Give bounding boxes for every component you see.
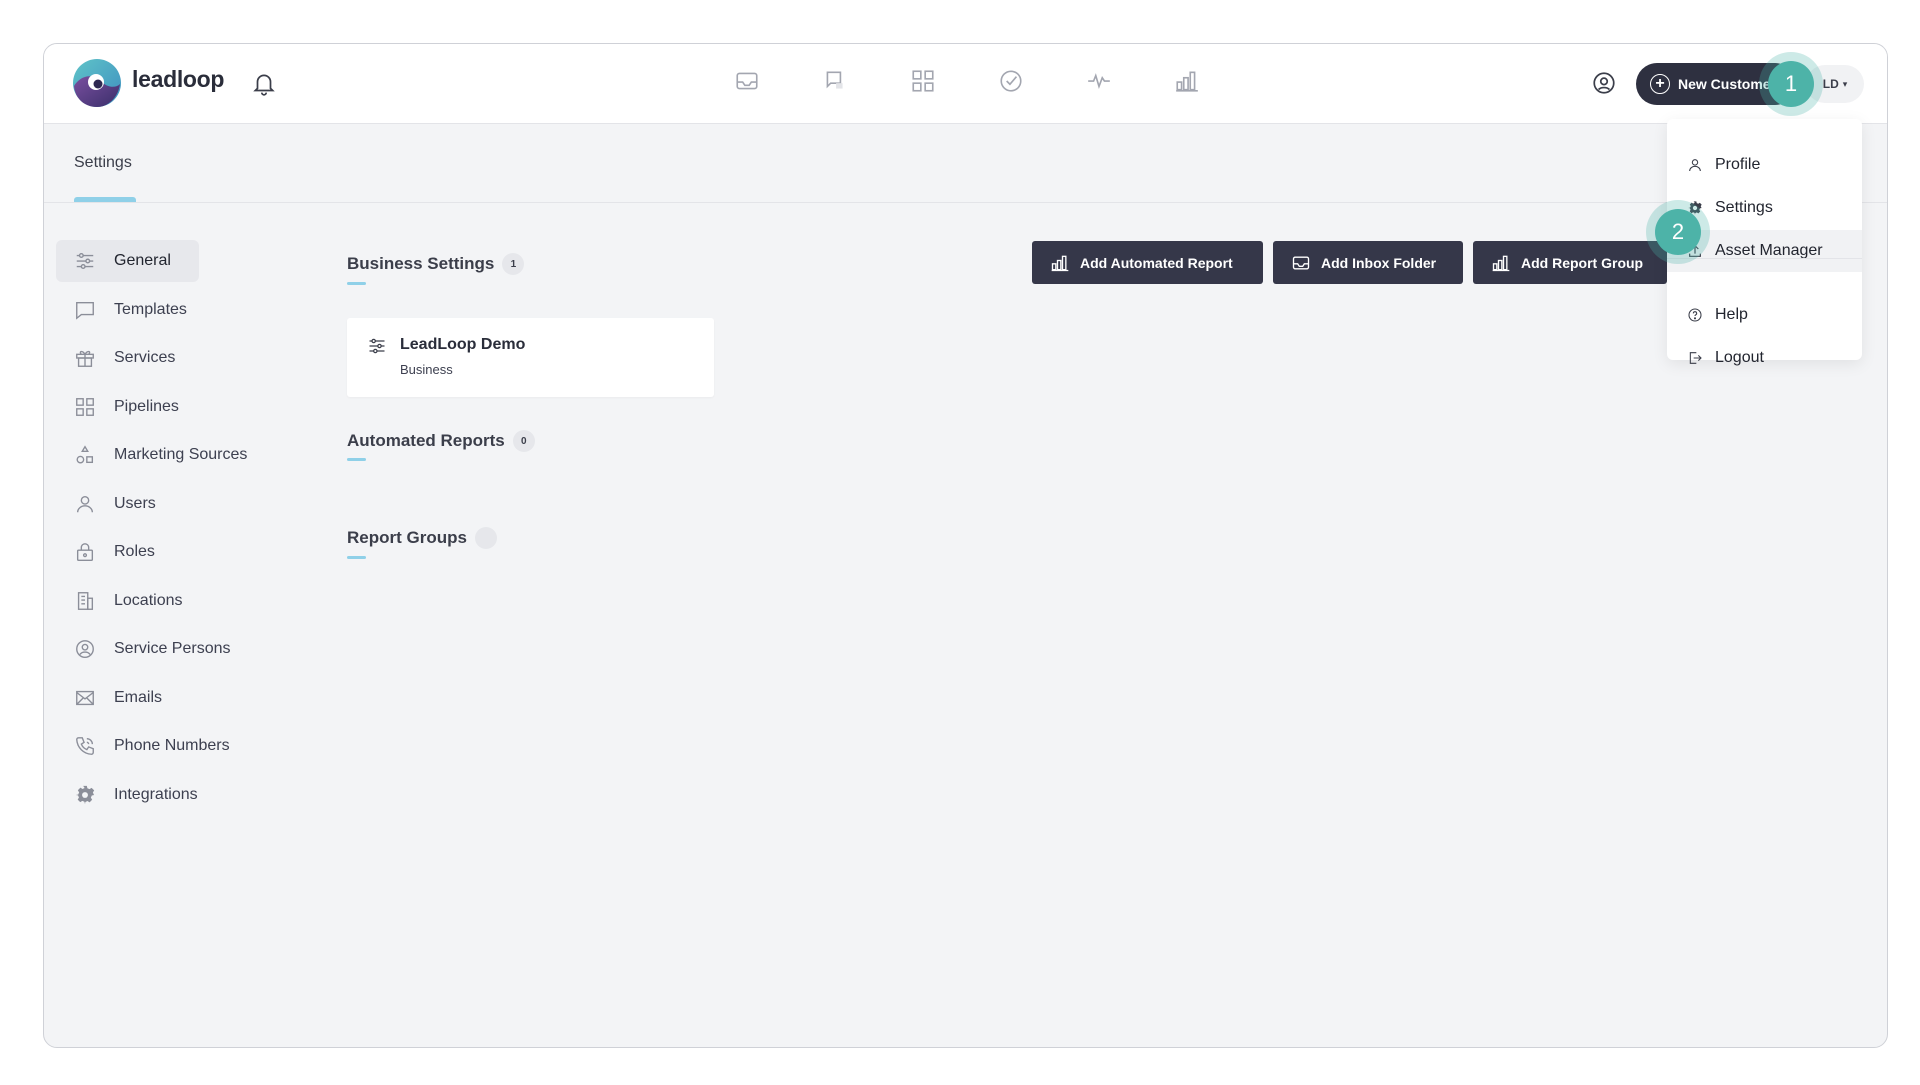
search-icon[interactable] [1591, 70, 1617, 96]
count-badge: 0 [512, 430, 535, 452]
avatar-initials: LD [1822, 77, 1839, 91]
user-icon [74, 493, 96, 515]
sidebar-item-roles[interactable]: Roles [56, 531, 199, 573]
leadloop-logo[interactable] [72, 58, 122, 108]
logout-icon [1687, 350, 1703, 366]
top-bar: leadloop + New Customer LD ▾ [44, 44, 1887, 124]
sidebar-item-emails[interactable]: Emails [56, 677, 199, 719]
gift-icon [74, 347, 96, 369]
person-circle-icon [74, 638, 96, 660]
plus-circle-icon: + [1650, 74, 1670, 94]
section-title-text: Business Settings [347, 254, 495, 273]
business-name: LeadLoop Demo [400, 336, 526, 353]
sidebar-item-label: Services [114, 349, 176, 366]
sidebar-item-label: Service Persons [114, 640, 231, 657]
business-card[interactable]: LeadLoop Demo Business [347, 318, 714, 397]
section-underline [347, 458, 366, 461]
phone-icon [74, 735, 96, 757]
menu-item-logout[interactable]: Logout [1667, 337, 1862, 379]
sidebar-item-label: General [114, 252, 171, 269]
sidebar-item-label: Locations [114, 591, 183, 609]
count-badge: 1 [502, 253, 525, 275]
new-customer-label: New Customer [1678, 76, 1777, 92]
shapes-icon [74, 444, 96, 466]
bell-icon[interactable] [251, 70, 277, 98]
building-icon [74, 590, 96, 612]
section-underline [347, 282, 366, 285]
reports-icon [1050, 253, 1070, 273]
page-title[interactable]: Settings [74, 154, 132, 172]
inbox-icon[interactable] [734, 68, 760, 94]
sidebar-item-templates[interactable]: Templates [56, 289, 199, 331]
business-type: Business [400, 362, 453, 377]
mail-icon [74, 687, 96, 709]
lock-icon [74, 541, 96, 563]
app-window: leadloop + New Customer LD ▾ Settings Ge… [43, 43, 1888, 1048]
menu-item-label: Logout [1715, 349, 1764, 366]
section-title-text: Report Groups [347, 528, 467, 547]
sidebar-item-label: Roles [114, 543, 155, 560]
activity-icon[interactable] [1086, 68, 1112, 94]
report-groups-heading: Report Groups [347, 527, 497, 549]
main-nav [734, 68, 1200, 94]
menu-item-help[interactable]: Help [1667, 294, 1862, 336]
menu-item-profile[interactable]: Profile [1667, 144, 1862, 186]
reports-icon [1491, 253, 1511, 273]
sidebar-item-service-persons[interactable]: Service Persons [56, 628, 296, 670]
count-badge [474, 527, 497, 549]
chat-icon[interactable] [822, 68, 848, 94]
automated-reports-heading: Automated Reports 0 [347, 430, 535, 452]
business-settings-heading: Business Settings 1 [347, 253, 525, 275]
user-icon [1687, 157, 1703, 173]
sidebar-item-pipelines[interactable]: Pipelines [56, 386, 199, 428]
section-title-text: Automated Reports [347, 431, 505, 450]
caret-down-icon: ▾ [1842, 78, 1848, 89]
message-icon [74, 299, 96, 321]
button-label: Add Automated Report [1080, 254, 1233, 271]
section-underline [347, 556, 366, 559]
reports-icon[interactable] [1174, 68, 1200, 94]
menu-item-label: Help [1715, 306, 1748, 323]
sidebar-item-label: Users [114, 494, 156, 512]
add-automated-report-button[interactable]: Add Automated Report [1032, 241, 1263, 284]
sliders-icon [74, 250, 96, 272]
sidebar-item-locations[interactable]: Locations [56, 580, 199, 622]
settings-subheader: Settings [44, 124, 1887, 203]
settings-sidebar: General Templates Services Pipelines Mar… [56, 240, 316, 822]
user-menu-button[interactable]: LD ▾ [1806, 65, 1864, 103]
pipelines-icon[interactable] [910, 68, 936, 94]
step-marker-1: 1 [1768, 61, 1814, 107]
sidebar-item-label: Integrations [114, 785, 198, 803]
sidebar-item-label: Marketing Sources [114, 446, 248, 463]
brand-name: leadloop [132, 66, 225, 92]
help-icon [1687, 307, 1703, 323]
sidebar-item-services[interactable]: Services [56, 337, 199, 379]
sidebar-item-users[interactable]: Users [56, 483, 199, 525]
sidebar-item-marketing-sources[interactable]: Marketing Sources [56, 434, 296, 476]
sidebar-item-label: Templates [114, 300, 187, 318]
sidebar-item-label: Pipelines [114, 397, 179, 415]
active-tab-indicator [74, 197, 136, 202]
sidebar-item-label: Emails [114, 688, 163, 706]
button-label: Add Inbox Folder [1321, 254, 1437, 271]
add-report-group-button[interactable]: Add Report Group [1473, 241, 1667, 284]
step-marker-2: 2 [1655, 209, 1701, 255]
menu-divider [1667, 258, 1862, 259]
menu-item-label: Settings [1715, 199, 1773, 216]
grid-icon [74, 396, 96, 418]
button-label: Add Report Group [1521, 254, 1644, 271]
tasks-icon[interactable] [998, 68, 1024, 94]
menu-item-label: Profile [1715, 156, 1761, 173]
sidebar-item-label: Phone Numbers [114, 737, 230, 754]
inbox-icon [1291, 253, 1311, 273]
sidebar-item-phone-numbers[interactable]: Phone Numbers [56, 725, 296, 767]
gear-icon [74, 784, 96, 806]
sliders-icon [369, 338, 385, 354]
add-inbox-folder-button[interactable]: Add Inbox Folder [1273, 241, 1463, 284]
sidebar-item-integrations[interactable]: Integrations [56, 774, 296, 816]
sidebar-item-general[interactable]: General [56, 240, 199, 282]
